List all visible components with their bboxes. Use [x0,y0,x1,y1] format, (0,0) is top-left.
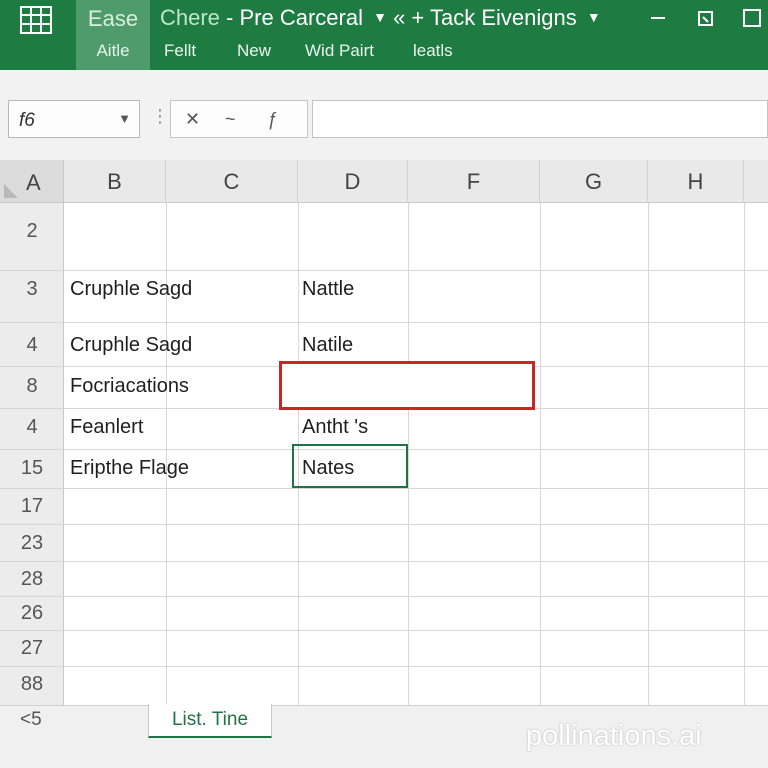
ribbon: Ease Aitle Chere - Pre Carceral ▼ « + Ta… [0,0,768,70]
row-header[interactable]: 8 [0,375,64,398]
row-header[interactable]: 2 [0,220,64,243]
grid-line [0,322,768,323]
tab-home[interactable]: Ease Aitle [76,0,150,70]
enter-icon[interactable]: ~ [225,109,236,130]
column-header-h[interactable]: H [648,160,744,203]
cancel-icon[interactable]: ✕ [185,109,200,130]
sheet-nav-previous[interactable]: <5 [20,709,42,731]
ribbon-command-edit[interactable]: Fellt [164,41,196,61]
row-header[interactable]: 4 [0,334,64,357]
formula-input[interactable] [312,100,768,138]
tab-home-sublabel[interactable]: Aitle [76,41,150,61]
title-prefix: Chere [160,5,220,30]
cell-b15[interactable]: Eripthe Flage [70,457,189,480]
ribbon-command-details[interactable]: leatls [413,41,453,61]
row-header[interactable]: 27 [0,637,64,660]
select-all-icon [4,184,18,198]
row-header[interactable]: 3 [0,278,64,301]
title-suffix: « + Tack Eivenigns [393,5,577,30]
formula-bar-grip-icon: ⋮ [151,106,169,126]
column-header-g[interactable]: G [540,160,648,203]
title-main: - Pre Carceral [226,5,363,30]
ribbon-command-paint[interactable]: Wid Pairt [305,41,374,61]
grid-line [0,596,768,597]
cell-b4b[interactable]: Feanlert [70,416,143,439]
cell-b3[interactable]: Cruphle Sagd [70,278,192,301]
close-icon[interactable] [738,4,766,32]
insert-function-icon[interactable]: ƒ [267,109,277,130]
name-box[interactable]: f6 ▼ [8,100,140,138]
cell-b4[interactable]: Cruphle Sagd [70,334,192,357]
grid-line [0,666,768,667]
column-header-f[interactable]: F [408,160,540,203]
row-header[interactable]: 23 [0,532,64,555]
row-header[interactable]: 15 [0,457,64,480]
cell-d4b[interactable]: Antht 's [302,416,368,439]
minimize-icon[interactable] [644,4,672,32]
cell-b8[interactable]: Focriacations [70,375,189,398]
row-header[interactable]: 88 [0,673,64,696]
watermark: pollinations.ai [526,720,702,752]
name-box-value: f6 [19,110,35,131]
grid-line [0,488,768,489]
grid-line [0,630,768,631]
ribbon-command-new[interactable]: New [237,41,271,61]
row-header[interactable]: 28 [0,568,64,591]
spreadsheet-grid-icon[interactable] [20,6,52,34]
column-header-b[interactable]: B [64,160,166,203]
column-header-a[interactable]: A [26,170,41,196]
row-header[interactable]: 17 [0,495,64,518]
column-header-d[interactable]: D [298,160,408,203]
formula-bar-buttons: ✕ ~ ƒ [170,100,308,138]
select-all-corner[interactable]: A [0,160,64,203]
column-header-c[interactable]: C [166,160,298,203]
grid-line [0,524,768,525]
restore-icon[interactable] [692,4,720,32]
row-header[interactable]: 26 [0,602,64,625]
selected-range-highlight[interactable] [279,361,535,410]
row-header[interactable]: 4 [0,416,64,439]
grid-line [0,561,768,562]
grid-line [0,270,768,271]
sheet-tab-active[interactable]: List. Tine [148,704,272,738]
cell-d15[interactable]: Nates [302,457,354,480]
chevron-down-icon[interactable]: ▼ [118,111,131,126]
dropdown-caret-icon[interactable]: ▼ [587,9,601,25]
cell-d4[interactable]: Natile [302,334,353,357]
window-title: Chere - Pre Carceral ▼ « + Tack Eivenign… [160,5,601,31]
chevron-down-icon[interactable]: ▼ [373,9,387,25]
tab-home-label: Ease [87,6,139,31]
cell-d3[interactable]: Nattle [302,278,354,301]
